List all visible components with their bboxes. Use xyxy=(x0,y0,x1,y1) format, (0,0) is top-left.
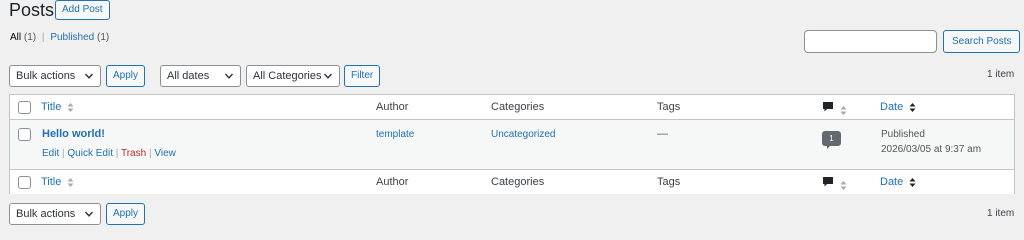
column-tags-footer: Tags xyxy=(657,176,681,188)
chevron-down-icon xyxy=(84,211,94,217)
date-filter-select[interactable]: All dates xyxy=(160,65,241,87)
post-status-views: All (1) | Published (1) xyxy=(10,32,109,44)
row-checkbox[interactable] xyxy=(18,128,31,141)
column-title-label: Title xyxy=(41,101,62,113)
search-input[interactable] xyxy=(804,30,937,53)
items-count-bottom: 1 item xyxy=(987,208,1015,219)
view-link[interactable]: View xyxy=(154,148,176,159)
table-row: Hello world! Edit | Quick Edit | Trash |… xyxy=(10,120,1014,169)
column-comments-header[interactable] xyxy=(822,101,847,117)
chevron-down-icon xyxy=(224,73,234,79)
column-categories-header: Categories xyxy=(491,101,545,113)
action-separator: | xyxy=(148,148,152,159)
apply-button-bottom[interactable]: Apply xyxy=(106,203,146,225)
column-title-header[interactable]: Title xyxy=(41,101,74,114)
row-actions: Edit | Quick Edit | Trash | View xyxy=(42,147,176,160)
add-post-button[interactable]: Add Post xyxy=(55,0,110,20)
author-link[interactable]: template xyxy=(376,128,414,141)
bulk-actions-label: Bulk actions xyxy=(16,208,76,220)
chevron-down-icon xyxy=(323,73,333,79)
apply-button-top[interactable]: Apply xyxy=(106,65,146,87)
sort-icon xyxy=(67,102,74,112)
post-title-link[interactable]: Hello world! xyxy=(42,128,105,141)
post-status: Published xyxy=(881,129,925,140)
column-comments-footer[interactable] xyxy=(822,176,847,192)
comment-count-badge[interactable]: 1 xyxy=(822,131,841,149)
category-filter-select[interactable]: All Categories xyxy=(246,65,340,87)
view-all-count: (1) xyxy=(23,32,37,43)
tags-empty: — xyxy=(657,128,668,140)
sort-icon xyxy=(67,177,74,187)
select-all-checkbox[interactable] xyxy=(18,101,31,114)
items-count-top: 1 item xyxy=(987,69,1015,80)
bulk-actions-select-bottom[interactable]: Bulk actions xyxy=(9,203,101,225)
sort-icon xyxy=(840,105,847,115)
comment-bubble-icon xyxy=(823,177,833,187)
sort-desc-icon xyxy=(909,177,916,187)
column-title-label: Title xyxy=(41,176,62,188)
posts-table: Title Author Categories Tags Date Hello … xyxy=(9,94,1015,194)
column-date-label: Date xyxy=(880,176,904,188)
view-published-count: (1) xyxy=(97,32,110,43)
view-all-link[interactable]: All xyxy=(10,32,21,43)
category-filter-label: All Categories xyxy=(253,70,322,82)
trash-link[interactable]: Trash xyxy=(121,148,146,159)
column-author-header: Author xyxy=(376,101,409,113)
quick-edit-link[interactable]: Quick Edit xyxy=(67,148,113,159)
category-link[interactable]: Uncategorized xyxy=(491,128,555,141)
chevron-down-icon xyxy=(84,73,94,79)
column-date-footer[interactable]: Date xyxy=(880,176,916,189)
action-separator: | xyxy=(115,148,119,159)
action-separator: | xyxy=(62,148,65,159)
column-date-label: Date xyxy=(880,101,904,113)
column-tags-header: Tags xyxy=(657,101,681,113)
post-date: 2026/03/05 at 9:37 am xyxy=(881,144,982,155)
comment-count: 1 xyxy=(829,134,834,143)
edit-link[interactable]: Edit xyxy=(42,148,59,159)
sort-icon xyxy=(840,180,847,190)
view-published-link[interactable]: Published xyxy=(50,32,94,43)
bulk-actions-label: Bulk actions xyxy=(16,70,76,82)
page-title: Posts xyxy=(9,0,55,20)
column-author-footer: Author xyxy=(376,176,409,188)
table-header-row: Title Author Categories Tags Date xyxy=(10,95,1014,120)
select-all-checkbox-footer[interactable] xyxy=(18,176,31,189)
column-date-header[interactable]: Date xyxy=(880,101,916,114)
bulk-actions-select-top[interactable]: Bulk actions xyxy=(9,65,101,87)
filter-button[interactable]: Filter xyxy=(344,65,381,87)
table-footer-row: Title Author Categories Tags Date xyxy=(10,169,1014,194)
comment-bubble-icon xyxy=(823,102,833,112)
column-title-footer[interactable]: Title xyxy=(41,176,74,189)
date-filter-label: All dates xyxy=(167,70,210,82)
view-separator: | xyxy=(41,32,45,43)
search-posts-button[interactable]: Search Posts xyxy=(943,30,1021,53)
badge-tail xyxy=(827,145,831,149)
column-categories-footer: Categories xyxy=(491,176,545,188)
sort-desc-icon xyxy=(909,102,916,112)
